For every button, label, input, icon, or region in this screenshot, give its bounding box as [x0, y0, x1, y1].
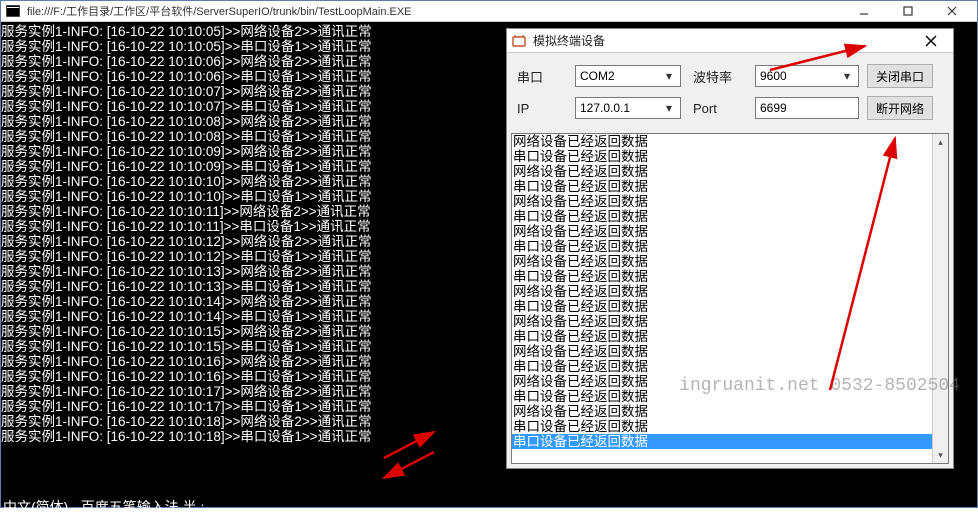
scrollbar[interactable]: ▴ ▾: [932, 134, 948, 463]
ip-combo[interactable]: 127.0.0.1 ▾: [575, 97, 681, 119]
window-controls: [849, 2, 967, 20]
minimize-button[interactable]: [849, 2, 879, 20]
log-line[interactable]: 网络设备已经返回数据: [512, 254, 948, 269]
ime-status-line: 中文(简体) - 百度五笔输入法 半 :: [1, 497, 977, 517]
scroll-up-icon[interactable]: ▴: [933, 134, 948, 150]
app-icon: [5, 4, 21, 18]
ip-value: 127.0.0.1: [580, 101, 630, 115]
log-line[interactable]: 串口设备已经返回数据: [512, 179, 948, 194]
log-line[interactable]: 串口设备已经返回数据: [512, 434, 948, 449]
dialog-log-list[interactable]: 网络设备已经返回数据串口设备已经返回数据网络设备已经返回数据串口设备已经返回数据…: [511, 133, 949, 464]
baud-value: 9600: [760, 69, 787, 83]
serial-combo[interactable]: COM2 ▾: [575, 65, 681, 87]
close-button[interactable]: [937, 2, 967, 20]
log-line[interactable]: 网络设备已经返回数据: [512, 314, 948, 329]
port-label: Port: [693, 101, 755, 116]
serial-value: COM2: [580, 69, 615, 83]
maximize-button[interactable]: [893, 2, 923, 20]
log-line[interactable]: 串口设备已经返回数据: [512, 329, 948, 344]
port-input[interactable]: 6699: [755, 97, 859, 119]
chevron-down-icon: ▾: [662, 101, 676, 115]
log-line[interactable]: 网络设备已经返回数据: [512, 194, 948, 209]
dialog-title: 模拟终端设备: [533, 32, 913, 49]
log-line[interactable]: 串口设备已经返回数据: [512, 209, 948, 224]
log-line[interactable]: 串口设备已经返回数据: [512, 149, 948, 164]
close-serial-button[interactable]: 关闭串口: [867, 64, 933, 88]
serial-label: 串口: [517, 67, 575, 86]
simulator-dialog: 模拟终端设备 串口 COM2 ▾ 波特率 9600 ▾ 关闭串口 IP 127.…: [506, 28, 954, 469]
disconnect-net-button[interactable]: 断开网络: [867, 96, 933, 120]
log-line[interactable]: 网络设备已经返回数据: [512, 224, 948, 239]
log-line[interactable]: 串口设备已经返回数据: [512, 389, 948, 404]
log-line[interactable]: 串口设备已经返回数据: [512, 239, 948, 254]
log-line[interactable]: 网络设备已经返回数据: [512, 134, 948, 149]
log-line[interactable]: 网络设备已经返回数据: [512, 344, 948, 359]
chevron-down-icon: ▾: [840, 69, 854, 83]
log-line[interactable]: 网络设备已经返回数据: [512, 374, 948, 389]
dialog-icon: [511, 33, 527, 49]
chevron-down-icon: ▾: [662, 69, 676, 83]
dialog-titlebar: 模拟终端设备: [507, 29, 953, 53]
dialog-close-button[interactable]: [913, 31, 949, 51]
scroll-down-icon[interactable]: ▾: [933, 447, 948, 463]
window-title: file:///F:/工作目录/工作区/平台软件/ServerSuperIO/t…: [27, 3, 849, 19]
baud-combo[interactable]: 9600 ▾: [755, 65, 859, 87]
log-line[interactable]: 串口设备已经返回数据: [512, 299, 948, 314]
log-line[interactable]: 网络设备已经返回数据: [512, 284, 948, 299]
main-titlebar: file:///F:/工作目录/工作区/平台软件/ServerSuperIO/t…: [1, 1, 977, 22]
baud-label: 波特率: [693, 67, 755, 86]
log-line[interactable]: 串口设备已经返回数据: [512, 359, 948, 374]
log-line[interactable]: 网络设备已经返回数据: [512, 404, 948, 419]
log-line[interactable]: 串口设备已经返回数据: [512, 419, 948, 434]
log-line[interactable]: 串口设备已经返回数据: [512, 269, 948, 284]
dialog-form: 串口 COM2 ▾ 波特率 9600 ▾ 关闭串口 IP 127.0.0.1 ▾…: [507, 53, 953, 133]
log-line[interactable]: 网络设备已经返回数据: [512, 164, 948, 179]
port-value: 6699: [760, 101, 787, 115]
ip-label: IP: [517, 101, 575, 116]
